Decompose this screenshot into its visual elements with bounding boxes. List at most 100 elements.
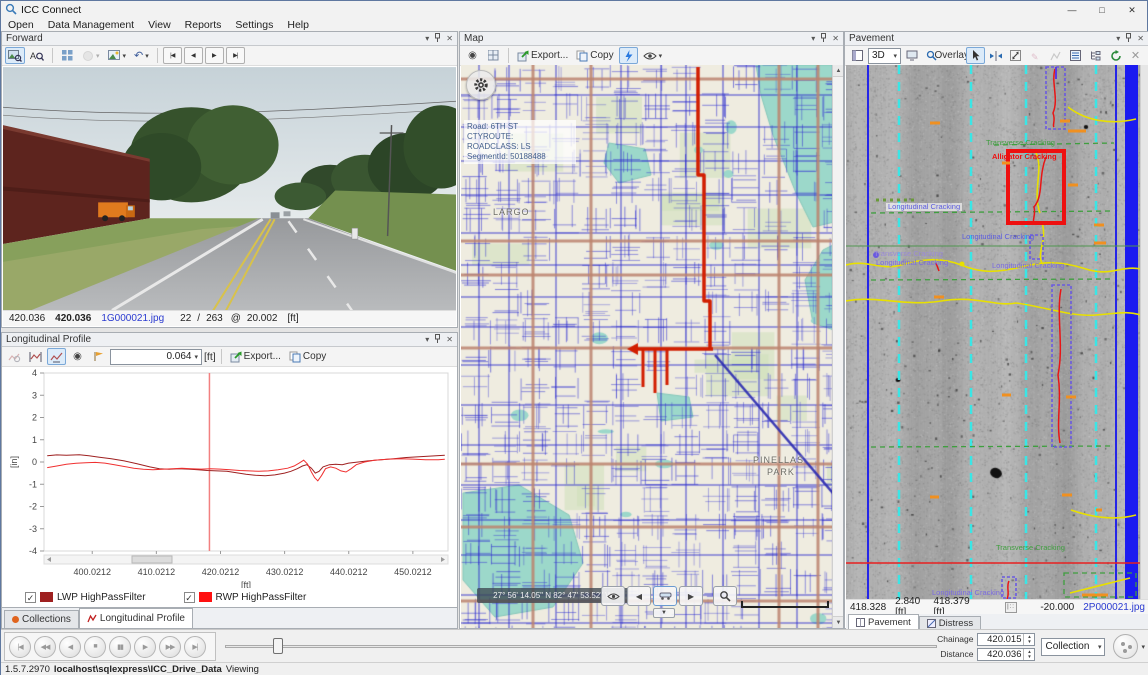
fast-forward-button[interactable]: ▶▶ [159,636,181,658]
pavement-pane-icon[interactable] [848,47,867,64]
map-pin-icon[interactable] [820,33,827,45]
scroll-up-icon[interactable]: ▲ [833,65,843,77]
pavement-pin-icon[interactable] [1125,33,1132,45]
pavement-image[interactable]: Transverse CrackingAlligator CrackingLon… [846,65,1141,599]
profile-chart[interactable]: -4-3-2-101234400.0212410.0212420.0212430… [4,369,455,591]
profile-export-button[interactable]: Export... [227,348,284,365]
position-slider[interactable] [225,643,937,649]
pavement-view-mode-combo[interactable]: 3D ▾ [868,48,901,64]
rewind-button[interactable]: ◀◀ [34,636,56,658]
forward-photo[interactable] [3,67,456,311]
collection-menu-button[interactable] [1113,634,1138,659]
stop-button[interactable]: ■ [84,636,106,658]
distance-spinner[interactable]: ▲▼ [1023,649,1034,660]
pavement-screen-icon[interactable] [902,47,921,64]
map-menu-icon[interactable]: ▾ [811,34,815,44]
map-step-forward-button[interactable]: ▶ [679,586,703,606]
profile-copy-button[interactable]: Copy [286,348,329,365]
pavement-resize-button[interactable] [1006,47,1025,64]
menu-data-management[interactable]: Data Management [41,19,141,31]
map-visibility-button[interactable]: ▾ [640,47,666,64]
skip-end-button[interactable]: ▶| [184,636,206,658]
skip-start-button[interactable]: |◀ [9,636,31,658]
profile-fit-icon[interactable] [26,348,45,365]
pavement-refresh-button[interactable] [1106,47,1125,64]
map-step-back-button[interactable]: ◀ [627,586,651,606]
map-copy-button[interactable]: Copy [573,47,616,64]
photo-view-button[interactable] [5,47,25,64]
pavement-filename-link[interactable]: 2P000021.jpg [1083,602,1145,613]
legend-checkbox-0[interactable]: ✓ [25,592,36,603]
pavement-split-button[interactable] [986,47,1005,64]
pavement-clear-button[interactable]: ✕ [1126,47,1145,64]
pavement-scroll-strip[interactable] [1140,65,1148,599]
maximize-button[interactable]: □ [1087,1,1117,19]
scroll-down-icon[interactable]: ▼ [833,616,843,628]
menu-reports[interactable]: Reports [178,19,229,31]
pavement-polyline-icon[interactable] [1046,47,1065,64]
nav-next-button[interactable]: ▶ [205,47,224,64]
mode-combo[interactable]: Collection ▾ [1041,638,1105,656]
distance-value[interactable]: 420.036 [978,649,1023,660]
chainage-spinner[interactable]: ▲▼ [1023,634,1034,645]
profile-scale-combo[interactable]: 0.064 ▾ [110,349,202,365]
map-export-button[interactable]: Export... [514,47,571,64]
map-area[interactable]: Road: 6TH STCTYROUTE:ROADCLASS: LSSegmen… [461,65,843,628]
menu-view[interactable]: View [141,19,178,31]
profile-pin-icon[interactable] [434,334,441,346]
forward-close-icon[interactable]: ✕ [446,34,453,44]
map-eye-button[interactable] [601,586,625,606]
map-nav-expand-button[interactable]: ▼ [653,608,675,618]
pavement-overlay-button[interactable]: Overlay ▾ [942,47,965,64]
distance-field[interactable]: 420.036 ▲▼ [977,648,1035,661]
collection-menu-arrow[interactable]: ▾ [1141,643,1145,651]
slider-thumb[interactable] [273,638,283,654]
menu-open[interactable]: Open [1,19,41,31]
tab-pavement[interactable]: Pavement [848,614,919,630]
pause-button[interactable]: ▮▮ [109,636,131,658]
rotate-view-button[interactable]: ▾ [79,47,103,64]
pavement-grid-toggle-icon[interactable]: |:: [1005,602,1018,613]
chainage-value[interactable]: 420.015 [978,634,1023,645]
forward-menu-icon[interactable]: ▾ [425,34,429,44]
profile-zoom-icon[interactable] [5,348,24,365]
image-adjust-button[interactable]: ▾ [105,47,130,64]
step-back-button[interactable]: ◀ [59,636,81,658]
menu-settings[interactable]: Settings [228,19,280,31]
map-search-button[interactable] [713,586,737,606]
text-zoom-button[interactable]: A [27,47,47,64]
chainage-field[interactable]: 420.015 ▲▼ [977,633,1035,646]
nav-last-button[interactable]: ▶| [226,47,245,64]
map-close-icon[interactable]: ✕ [832,34,839,44]
undo-button[interactable]: ↶▾ [131,47,152,64]
pavement-close-icon[interactable]: ✕ [1137,34,1144,44]
slider-track[interactable] [225,645,937,648]
tab-distress[interactable]: Distress [919,616,981,630]
map-vertical-scrollbar[interactable]: ▲ ▼ [832,65,843,628]
pavement-menu-icon[interactable]: ▾ [1116,34,1120,44]
forward-pin-icon[interactable] [434,33,441,45]
tab-longitudinal-profile[interactable]: Longitudinal Profile [79,608,193,628]
nav-prev-button[interactable]: ◀ [184,47,203,64]
profile-close-icon[interactable]: ✕ [446,335,453,345]
minimize-button[interactable]: — [1057,1,1087,19]
legend-checkbox-1[interactable]: ✓ [184,592,195,603]
pavement-list-button[interactable] [1066,47,1085,64]
tab-collections[interactable]: Collections [4,610,79,628]
map-target-icon[interactable]: ◉ [463,47,482,64]
profile-record-icon[interactable]: ◉ [68,348,87,365]
close-button[interactable]: ✕ [1117,1,1147,19]
map-vehicle-button[interactable] [653,586,677,606]
play-button[interactable]: ▶ [134,636,156,658]
forward-filename-link[interactable]: 1G000021.jpg [101,313,164,324]
profile-pan-button[interactable] [47,348,66,365]
pavement-cursor-button[interactable] [966,47,985,64]
map-settings-button[interactable] [466,70,496,100]
nav-first-button[interactable]: |◀ [163,47,182,64]
pavement-measure-icon[interactable]: ✎ [1026,47,1045,64]
pavement-tree-button[interactable] [1086,47,1105,64]
profile-flag-icon[interactable] [89,348,108,365]
map-tiles-icon[interactable] [484,47,503,64]
map-follow-toggle[interactable] [619,47,638,64]
tile-view-button[interactable] [58,47,77,64]
